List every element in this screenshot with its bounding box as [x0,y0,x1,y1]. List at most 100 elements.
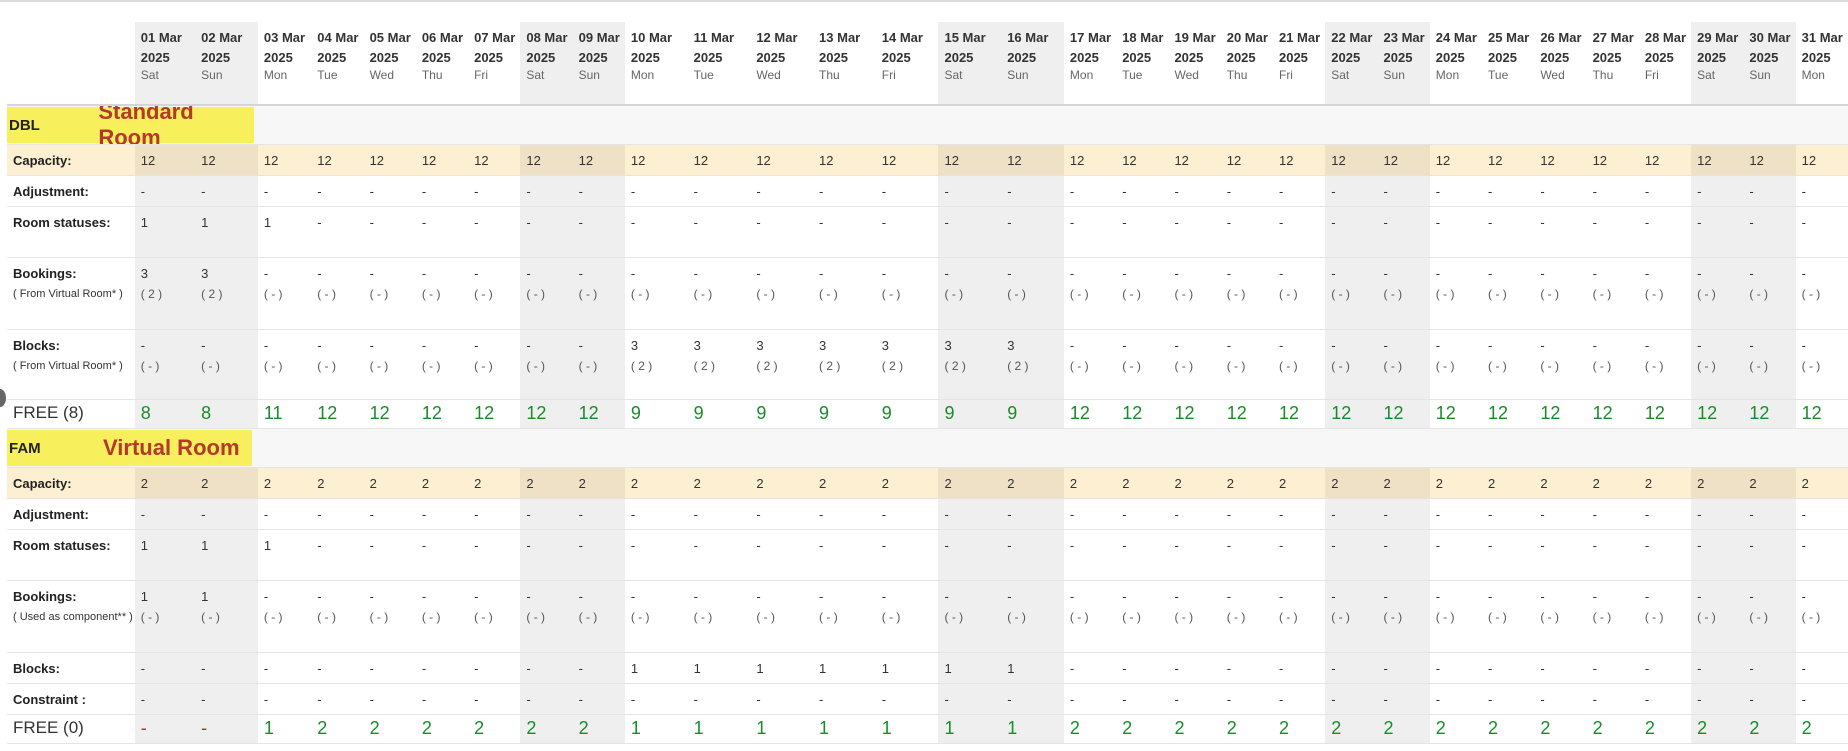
cell-value: - [1540,589,1545,604]
cell-value: - [201,184,206,199]
cell-subvalue: ( - ) [1801,287,1821,301]
cell-value: 3 [756,338,764,353]
day-cell: 12 [311,399,364,429]
cell-value: 2 [1278,476,1287,491]
day-cell: - [624,683,688,715]
day-cell: - [938,206,1002,258]
row-label: Bookings: ( Used as component** ) [7,580,135,653]
day-cell: 1 [938,714,1002,744]
cell-subvalue: ( - ) [1331,359,1350,373]
day-cell: 12 [1272,399,1326,429]
day-cell: 2 [1691,467,1744,499]
free-count: 9 [756,403,767,423]
weekday-label: Thu [1226,68,1248,82]
day-cell: 12 [1063,399,1117,429]
year-label: 2025 [1174,50,1204,65]
cell-value: - [1007,215,1012,230]
cell-subvalue: ( 2 ) [881,359,904,373]
day-cell: - [1220,529,1273,581]
day-cell: - [875,206,939,258]
cell-value: - [1697,338,1702,353]
availability-grid: 01 Mar 2025 Sat 02 Mar 2025 Sun 03 Mar 2025 Mon 0… [7,22,1848,744]
cell-value: 12 [369,153,385,168]
cell-value: - [1592,589,1597,604]
cell-subvalue: ( - ) [1226,610,1246,624]
weekday-label: Sun [1007,68,1029,82]
cell-value: - [1069,184,1075,199]
day-cell: 12 [1325,144,1378,176]
cell-subvalue: ( - ) [1540,610,1559,624]
cell-value: 1 [881,661,889,676]
drag-handle[interactable] [0,389,6,407]
cell-value: 1 [140,538,148,553]
day-cell: 3 ( 2 ) [687,329,751,400]
cell-value: - [578,338,583,353]
data-row: Blocks: - - - - - - - - - 1 1 1 1 1 1 1 - - - - - - - - - - - - - - - [7,652,1848,684]
cell-value: - [1383,338,1388,353]
weekday-label: Mon [1801,68,1825,82]
cell-value: - [578,507,583,522]
day-cell: - [1220,498,1273,530]
day-cell: 1 [1001,652,1064,684]
day-cell: 2 [1116,467,1169,499]
cell-value: - [1383,266,1388,281]
date-header: 14 Mar 2025 Fri [875,22,939,106]
day-cell: - ( - ) [1168,580,1221,653]
cell-subvalue: ( - ) [944,610,964,624]
cell-value: 12 [421,153,437,168]
cell-subvalue: ( - ) [1801,359,1821,373]
day-cell: - [572,683,625,715]
cell-value: - [944,538,949,553]
day-cell: 1 [195,529,258,581]
free-count: 11 [263,403,283,423]
cell-value: 3 [819,338,827,353]
cell-subvalue: ( 2 ) [819,359,841,373]
day-cell: - [1691,175,1744,207]
day-cell: - ( - ) [1638,580,1692,653]
day-cell: - ( - ) [1001,257,1064,330]
free-count: 2 [1644,718,1655,738]
free-count: 12 [1644,403,1665,423]
cell-value: 12 [1278,153,1294,168]
cell-value: - [201,507,206,522]
day-cell: - [195,498,258,530]
cell-value: 2 [526,476,534,491]
cell-value: - [1007,692,1012,707]
day-cell: - ( - ) [1482,257,1535,330]
cell-value: - [526,538,531,553]
cell-value: 2 [421,476,430,491]
cell-value: - [1122,538,1127,553]
day-cell: - [1168,206,1221,258]
day-cell: - [1063,175,1117,207]
cell-subvalue: ( - ) [1007,610,1026,624]
cell-value: 12 [1592,153,1608,168]
row-sublabel: ( Used as component** ) [13,611,133,623]
day-cell: - [1063,529,1117,581]
year-label: 2025 [693,50,723,65]
cell-value: - [421,266,427,281]
cell-value: - [1383,184,1388,199]
day-cell: - [363,498,416,530]
cell-value: - [756,215,761,230]
day-cell: 1 [813,652,876,684]
day-cell: - [134,652,196,684]
day-cell: - [468,683,521,715]
year-label: 2025 [756,50,786,65]
cell-value: 12 [944,153,959,168]
cell-value: 3 [201,266,209,281]
year-label: 2025 [421,50,451,65]
cell-value: 1 [630,661,639,676]
day-cell: - [572,529,625,581]
cell-subvalue: ( - ) [1801,610,1821,624]
cell-value: - [1226,266,1232,281]
day-cell: 2 [1482,714,1535,744]
cell-value: - [944,507,949,522]
day-cell: 12 [1116,144,1169,176]
cell-value: - [1749,184,1754,199]
day-cell: - [938,175,1002,207]
cell-subvalue: ( - ) [1278,610,1298,624]
day-cell: - [1534,498,1587,530]
cell-subvalue: ( - ) [140,359,160,373]
day-cell: - ( - ) [1691,257,1744,330]
day-cell: 12 [572,144,625,176]
